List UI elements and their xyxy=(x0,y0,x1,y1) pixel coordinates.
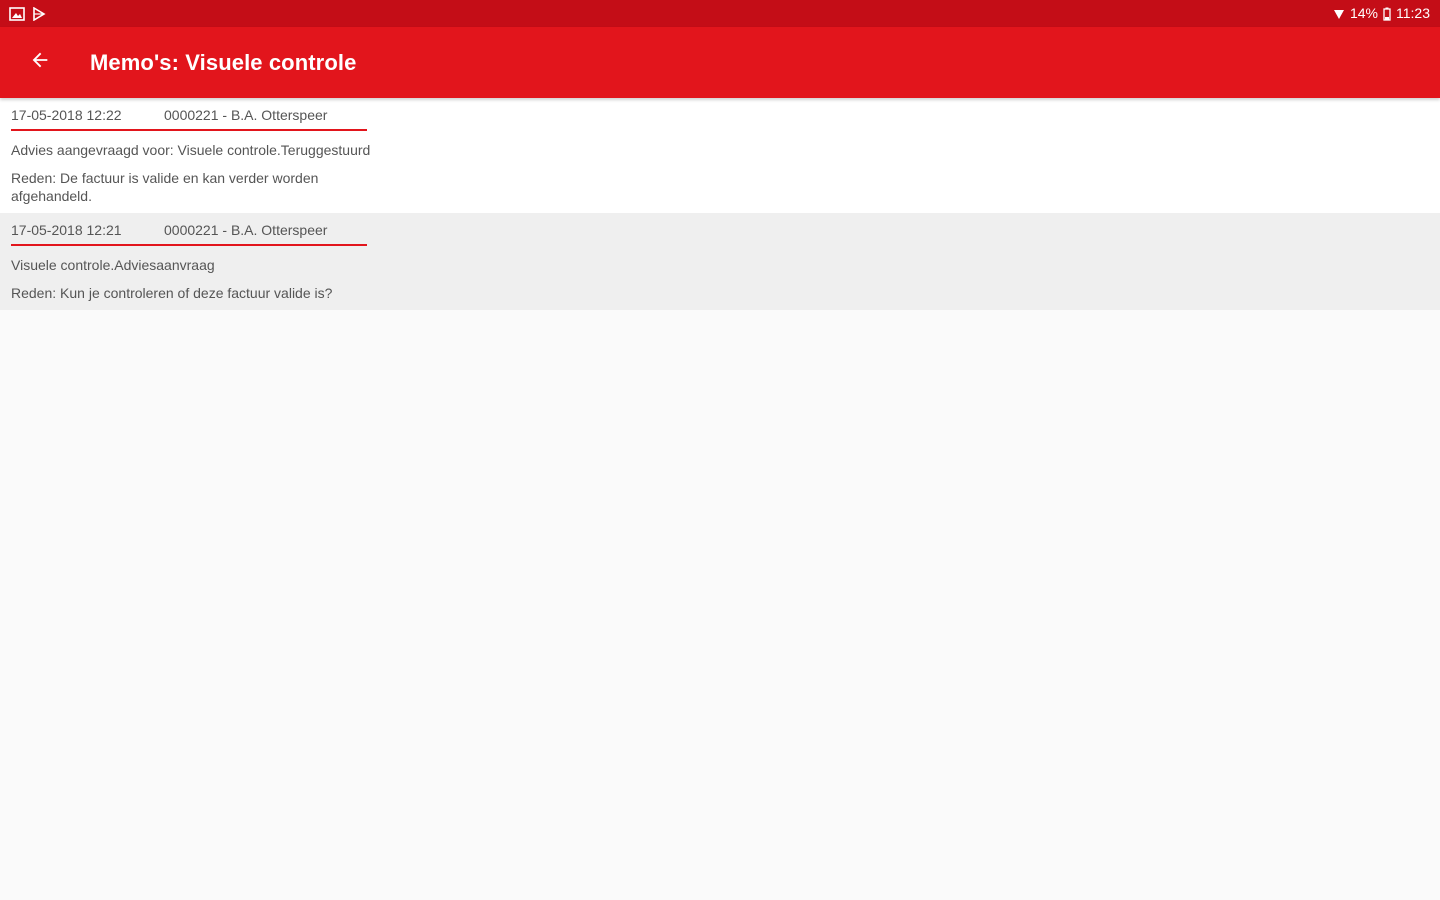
memo-author: 0000221 - B.A. Otterspeer xyxy=(164,222,328,238)
memo-reason: Reden: Kun je controleren of deze factuu… xyxy=(11,285,333,301)
status-left xyxy=(9,6,46,21)
memo-date: 17-05-2018 12:22 xyxy=(11,107,122,123)
status-right: 14% 11:23 xyxy=(1333,0,1430,27)
battery-percentage: 14% xyxy=(1349,5,1378,21)
battery-icon xyxy=(1383,7,1391,21)
status-bar: 14% 11:23 xyxy=(0,0,1440,27)
back-button[interactable] xyxy=(20,43,60,83)
memo-list: 17-05-2018 12:22 0000221 - B.A. Otterspe… xyxy=(0,98,1440,310)
page-title: Memo's: Visuele controle xyxy=(90,49,357,75)
memo-item[interactable]: 17-05-2018 12:22 0000221 - B.A. Otterspe… xyxy=(0,98,1440,213)
memo-item[interactable]: 17-05-2018 12:21 0000221 - B.A. Otterspe… xyxy=(0,213,1440,310)
arrow-left-icon xyxy=(29,49,51,76)
app-bar: Memo's: Visuele controle xyxy=(0,27,1440,98)
memo-author: 0000221 - B.A. Otterspeer xyxy=(164,107,328,123)
clock: 11:23 xyxy=(1396,5,1430,21)
memo-header: 17-05-2018 12:22 0000221 - B.A. Otterspe… xyxy=(11,107,367,131)
memo-text: Advies aangevraagd voor: Visuele control… xyxy=(11,142,371,158)
memo-reason: Reden: De factuur is valide en kan verde… xyxy=(11,170,319,204)
wifi-icon xyxy=(1333,8,1345,20)
play-store-icon xyxy=(32,6,46,21)
gallery-icon xyxy=(9,6,25,21)
memo-date: 17-05-2018 12:21 xyxy=(11,222,122,238)
memo-header: 17-05-2018 12:21 0000221 - B.A. Otterspe… xyxy=(11,222,367,246)
memo-text: Visuele controle.Adviesaanvraag xyxy=(11,257,215,273)
